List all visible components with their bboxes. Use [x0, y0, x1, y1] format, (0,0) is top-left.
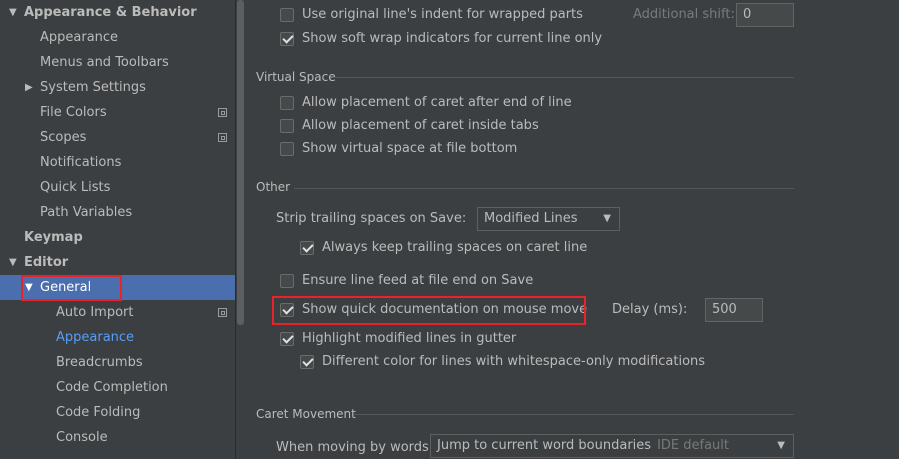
- tree-item-label: Menus and Toolbars: [40, 55, 169, 70]
- tree-item-breadcrumbs[interactable]: Breadcrumbs: [0, 350, 235, 375]
- whitespace-color-checkbox[interactable]: [300, 355, 314, 369]
- ensure-line-feed-checkbox[interactable]: [280, 274, 294, 288]
- sidebar-scrollbar[interactable]: [236, 0, 246, 459]
- collapse-arrow-icon[interactable]: ▶: [25, 75, 33, 100]
- strip-trailing-dropdown[interactable]: Modified Lines ▼: [477, 207, 620, 231]
- expand-arrow-icon[interactable]: ▼: [25, 275, 33, 300]
- project-scope-icon: [218, 308, 227, 317]
- section-divider: [294, 188, 794, 189]
- tree-item-code-completion[interactable]: Code Completion: [0, 375, 235, 400]
- tree-item-label: Editor: [24, 255, 69, 270]
- expand-arrow-icon[interactable]: ▼: [9, 0, 17, 25]
- option-label: Show soft wrap indicators for current li…: [302, 31, 603, 46]
- tree-item-label: Path Variables: [40, 205, 133, 220]
- option-label: Allow placement of caret inside tabs: [302, 118, 539, 133]
- option-label: Show virtual space at file bottom: [302, 141, 518, 156]
- tree-item-scopes[interactable]: Scopes: [0, 125, 235, 150]
- tree-item-notifications[interactable]: Notifications: [0, 150, 235, 175]
- tree-item-menus-toolbars[interactable]: Menus and Toolbars: [0, 50, 235, 75]
- tree-item-general[interactable]: ▼ General: [0, 275, 235, 300]
- section-divider: [354, 414, 794, 415]
- tree-item-file-colors[interactable]: File Colors: [0, 100, 235, 125]
- caret-after-eol-checkbox[interactable]: [280, 96, 294, 110]
- tree-item-appearance-behavior[interactable]: ▼ Appearance & Behavior: [0, 0, 235, 25]
- tree-item-label: General: [40, 280, 92, 295]
- option-label: Show quick documentation on mouse move: [302, 302, 588, 317]
- tree-item-label: Quick Lists: [40, 180, 111, 195]
- highlight-modified-checkbox[interactable]: [280, 332, 294, 346]
- additional-shift-input[interactable]: 0: [736, 3, 794, 27]
- tree-item-console[interactable]: Console: [0, 425, 235, 450]
- chevron-down-icon: ▼: [777, 440, 785, 451]
- keep-trailing-spaces-checkbox[interactable]: [300, 241, 314, 255]
- delay-label: Delay (ms):: [612, 302, 688, 317]
- scrollbar-thumb[interactable]: [237, 0, 244, 325]
- tree-item-partial: [0, 450, 235, 459]
- chevron-down-icon: ▼: [603, 213, 611, 224]
- dropdown-hint: IDE default: [657, 438, 729, 453]
- settings-sidebar: ▼ Appearance & Behavior Appearance Menus…: [0, 0, 236, 459]
- strip-trailing-label: Strip trailing spaces on Save:: [276, 211, 467, 226]
- dropdown-value: Jump to current word boundaries: [437, 438, 652, 453]
- tree-item-label: Appearance: [40, 30, 119, 45]
- section-divider: [332, 77, 794, 78]
- quick-doc-checkbox[interactable]: [280, 303, 294, 317]
- option-label: Highlight modified lines in gutter: [302, 331, 517, 346]
- moving-by-words-dropdown[interactable]: Jump to current word boundaries IDE defau…: [430, 434, 794, 458]
- moving-by-words-label: When moving by words:: [276, 440, 434, 455]
- project-scope-icon: [218, 133, 227, 142]
- tree-item-label: System Settings: [40, 80, 146, 95]
- tree-item-auto-import[interactable]: Auto Import: [0, 300, 235, 325]
- expand-arrow-icon[interactable]: ▼: [9, 250, 17, 275]
- tree-item-label: Console: [56, 430, 108, 445]
- tree-item-label: Breadcrumbs: [56, 355, 143, 370]
- tree-item-editor[interactable]: ▼ Editor: [0, 250, 235, 275]
- show-soft-wrap-indicators-checkbox[interactable]: [280, 32, 294, 46]
- tree-item-system-settings[interactable]: ▶ System Settings: [0, 75, 235, 100]
- delay-input[interactable]: 500: [705, 298, 763, 322]
- option-label: Use original line's indent for wrapped p…: [302, 7, 583, 22]
- tree-item-code-folding[interactable]: Code Folding: [0, 400, 235, 425]
- option-label: Always keep trailing spaces on caret lin…: [322, 240, 588, 255]
- tree-item-path-variables[interactable]: Path Variables: [0, 200, 235, 225]
- virtual-space-title: Virtual Space: [256, 70, 336, 84]
- editor-general-panel: Use original line's indent for wrapped p…: [246, 0, 899, 459]
- tree-item-label: Appearance: [56, 330, 135, 345]
- tree-item-label: File Colors: [40, 105, 107, 120]
- tree-item-keymap[interactable]: Keymap: [0, 225, 235, 250]
- tree-item-label: Code Completion: [56, 380, 168, 395]
- tree-item-label: Auto Import: [56, 305, 134, 320]
- tree-item-label: Keymap: [24, 230, 83, 245]
- virtual-space-bottom-checkbox[interactable]: [280, 142, 294, 156]
- option-label: Allow placement of caret after end of li…: [302, 95, 572, 110]
- tree-item-appearance[interactable]: Appearance: [0, 25, 235, 50]
- caret-movement-title: Caret Movement: [256, 407, 356, 421]
- option-label: Different color for lines with whitespac…: [322, 354, 706, 369]
- project-scope-icon: [218, 108, 227, 117]
- tree-item-label: Scopes: [40, 130, 87, 145]
- option-label: Ensure line feed at file end on Save: [302, 273, 534, 288]
- tree-item-label: Notifications: [40, 155, 122, 170]
- use-original-indent-checkbox[interactable]: [280, 8, 294, 22]
- tree-item-label: Appearance & Behavior: [24, 5, 197, 20]
- caret-inside-tabs-checkbox[interactable]: [280, 119, 294, 133]
- tree-item-quick-lists[interactable]: Quick Lists: [0, 175, 235, 200]
- other-title: Other: [256, 180, 291, 194]
- additional-shift-label: Additional shift:: [633, 7, 735, 22]
- tree-item-appearance-editor[interactable]: Appearance: [0, 325, 235, 350]
- tree-item-label: Code Folding: [56, 405, 141, 420]
- dropdown-value: Modified Lines: [484, 211, 578, 226]
